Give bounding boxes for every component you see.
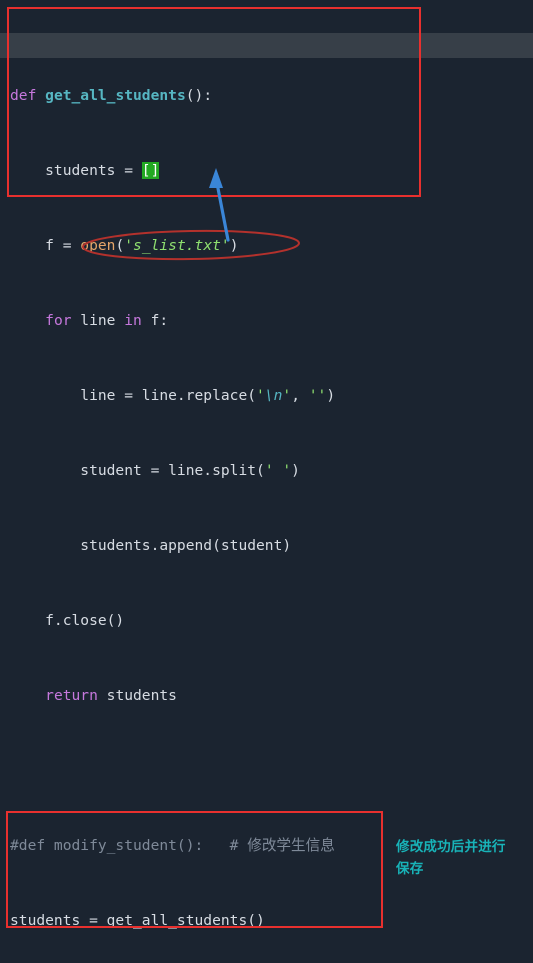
code-line-blank[interactable] xyxy=(0,758,533,783)
code-line[interactable]: f.close() xyxy=(0,608,533,633)
code-line[interactable]: return students xyxy=(0,683,533,708)
code-line[interactable]: students = get_all_students() xyxy=(0,908,533,933)
code-area[interactable]: def get_all_students(): students = [] f … xyxy=(0,8,533,963)
code-line[interactable]: for line in f: xyxy=(0,308,533,333)
code-line[interactable]: #def modify_student(): # 修改学生信息 xyxy=(0,833,533,858)
code-line[interactable]: f = open('s_list.txt') xyxy=(0,233,533,258)
code-editor-screenshot: def get_all_students(): students = [] f … xyxy=(0,0,533,963)
code-line[interactable]: def get_all_students(): xyxy=(0,83,533,108)
code-line-current[interactable]: students = [] xyxy=(0,158,533,183)
code-line[interactable]: line = line.replace('\n', '') xyxy=(0,383,533,408)
code-line[interactable]: student = line.split(' ') xyxy=(0,458,533,483)
code-line[interactable]: students.append(student) xyxy=(0,533,533,558)
